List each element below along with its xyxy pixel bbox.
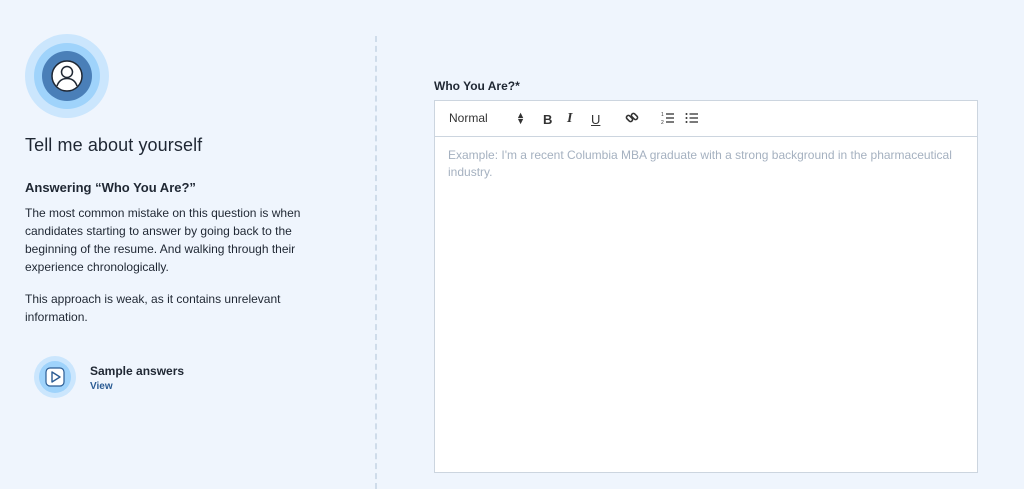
bullet-list-button[interactable] bbox=[685, 110, 699, 128]
bullet-list-icon bbox=[685, 111, 699, 128]
svg-text:2: 2 bbox=[661, 120, 664, 125]
underline-button[interactable]: U bbox=[591, 110, 600, 128]
format-select[interactable]: Normal ▲ ▼ bbox=[449, 111, 525, 127]
field-label: Who You Are?* bbox=[434, 79, 520, 93]
select-arrows-icon: ▲ ▼ bbox=[516, 110, 525, 126]
play-button[interactable] bbox=[34, 356, 76, 398]
link-icon bbox=[625, 111, 639, 128]
svg-text:1: 1 bbox=[661, 112, 664, 118]
ordered-list-button[interactable]: 1 2 bbox=[661, 110, 675, 128]
sample-answers[interactable]: Sample answers View bbox=[34, 356, 234, 400]
bold-button[interactable]: B bbox=[543, 110, 552, 128]
editor-toolbar: Normal ▲ ▼ B I U 1 2 bbox=[435, 101, 977, 137]
section-subtitle: Answering “Who You Are?” bbox=[25, 180, 196, 195]
ordered-list-icon: 1 2 bbox=[661, 111, 675, 128]
intro-paragraph-2: This approach is weak, as it contains un… bbox=[25, 292, 281, 324]
view-samples-link[interactable]: View bbox=[90, 381, 113, 392]
sample-answers-label: Sample answers bbox=[90, 364, 185, 378]
intro-paragraph-1: The most common mistake on this question… bbox=[25, 206, 301, 274]
format-select-value: Normal bbox=[449, 111, 488, 125]
avatar bbox=[25, 34, 109, 118]
intro-panel: Tell me about yourself Answering “Who Yo… bbox=[0, 0, 375, 489]
rich-text-editor: Normal ▲ ▼ B I U 1 2 bbox=[434, 100, 978, 473]
panel-divider bbox=[375, 36, 377, 489]
who-you-are-input[interactable] bbox=[435, 138, 977, 472]
italic-button[interactable]: I bbox=[567, 110, 572, 128]
link-button[interactable] bbox=[625, 110, 639, 128]
page-title: Tell me about yourself bbox=[25, 135, 203, 155]
